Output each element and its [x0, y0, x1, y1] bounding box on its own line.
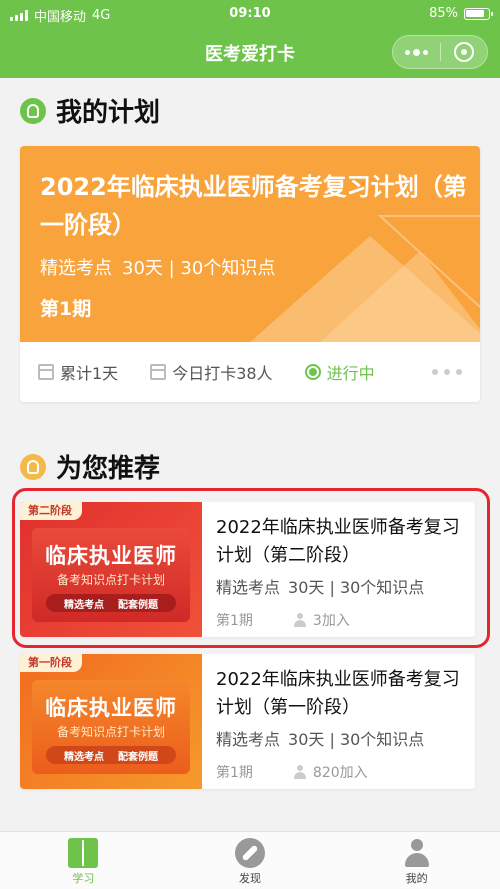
miniprogram-capsule — [392, 35, 488, 69]
recommend-item[interactable]: 第二阶段 临床执业医师 备考知识点打卡计划 精选考点 配套例题 2022年临床执… — [20, 502, 475, 637]
battery-percent: 85% — [429, 6, 458, 21]
plan-meta-label: 精选考点 — [40, 258, 112, 279]
thumb-subtitle: 备考知识点打卡计划 — [56, 725, 165, 739]
more-menu-button[interactable] — [393, 35, 440, 69]
target-icon — [453, 42, 474, 62]
tab-study-label: 学习 — [72, 872, 95, 885]
thumb-pill: 精选考点 配套例题 — [46, 594, 176, 612]
status-dot-icon — [304, 364, 321, 380]
user-icon — [402, 838, 432, 868]
thumb-pill-a: 精选考点 — [64, 751, 104, 763]
plan-status: 进行中 — [326, 364, 375, 383]
stage-tag: 第二阶段 — [20, 502, 82, 520]
status-bar: 中国移动 4G 09:10 85% — [0, 0, 500, 28]
recommend-header: 为您推荐 — [20, 448, 160, 485]
course-title: 2022年临床执业医师备考复习计划（第一阶段） — [216, 669, 460, 718]
course-thumbnail: 第二阶段 临床执业医师 备考知识点打卡计划 精选考点 配套例题 — [20, 502, 202, 637]
plan-meta-detail: 30天 | 30个知识点 — [122, 258, 276, 279]
plan-more-button[interactable] — [432, 369, 462, 375]
plan-period: 第1期 — [40, 298, 92, 320]
compass-icon — [235, 838, 265, 868]
calendar-icon — [38, 364, 54, 380]
my-plan-title: 我的计划 — [56, 98, 161, 128]
recommend-item[interactable]: 第一阶段 临床执业医师 备考知识点打卡计划 精选考点 配套例题 2022年临床执… — [20, 654, 475, 789]
stage-tag: 第一阶段 — [20, 654, 82, 672]
tab-mine-label: 我的 — [405, 872, 428, 885]
tab-bar: 学习 发现 我的 — [0, 831, 500, 889]
tab-mine[interactable]: 我的 — [333, 832, 500, 889]
my-plan-card[interactable]: 2022年临床执业医师备考复习计划（第一阶段） 精选考点 30天 | 30个知识… — [20, 146, 480, 402]
plan-footer: 累计1天 今日打卡38人 进行中 — [20, 342, 480, 402]
today-checkin-count: 今日打卡38人 — [172, 364, 273, 383]
joined-count: 3加入 — [312, 613, 350, 629]
thumb-subtitle: 备考知识点打卡计划 — [56, 573, 165, 587]
recommend-section-icon — [20, 453, 46, 480]
plan-title: 2022年临床执业医师备考复习计划（第一阶段） — [40, 173, 467, 239]
checkin-calendar-icon — [150, 364, 167, 380]
close-miniprogram-button[interactable] — [440, 35, 487, 69]
book-icon — [68, 838, 99, 868]
battery-icon — [464, 7, 493, 20]
person-icon — [293, 613, 307, 627]
course-period: 第1期 — [216, 765, 253, 781]
thumb-pill-a: 精选考点 — [64, 599, 104, 611]
top-bar: 中国移动 4G 09:10 85% 医考爱打卡 — [0, 0, 500, 78]
thumb-pill-b: 配套例题 — [118, 751, 158, 763]
course-meta-label: 精选考点 — [216, 578, 281, 597]
thumb-pill: 精选考点 配套例题 — [46, 746, 176, 764]
course-meta-detail: 30天 | 30个知识点 — [288, 730, 425, 749]
tab-discover[interactable]: 发现 — [167, 832, 334, 889]
course-thumbnail: 第一阶段 临床执业医师 备考知识点打卡计划 精选考点 配套例题 — [20, 654, 202, 789]
plan-banner: 2022年临床执业医师备考复习计划（第一阶段） 精选考点 30天 | 30个知识… — [20, 146, 480, 342]
course-meta-detail: 30天 | 30个知识点 — [288, 578, 425, 597]
course-meta-label: 精选考点 — [216, 730, 281, 749]
course-period: 第1期 — [216, 613, 253, 629]
joined-count: 820加入 — [312, 765, 368, 781]
clock: 09:10 — [229, 6, 271, 21]
cumulative-days: 累计1天 — [60, 364, 119, 383]
my-plan-header: 我的计划 — [20, 92, 160, 129]
thumb-title: 临床执业医师 — [45, 696, 177, 720]
plan-section-icon — [20, 97, 46, 124]
thumb-pill-b: 配套例题 — [118, 599, 158, 611]
person-icon — [293, 765, 307, 779]
thumb-title: 临床执业医师 — [45, 544, 177, 568]
recommend-title: 为您推荐 — [56, 454, 161, 484]
tab-study[interactable]: 学习 — [0, 832, 167, 889]
tab-discover-label: 发现 — [239, 872, 261, 885]
course-title: 2022年临床执业医师备考复习计划（第二阶段） — [216, 517, 460, 566]
